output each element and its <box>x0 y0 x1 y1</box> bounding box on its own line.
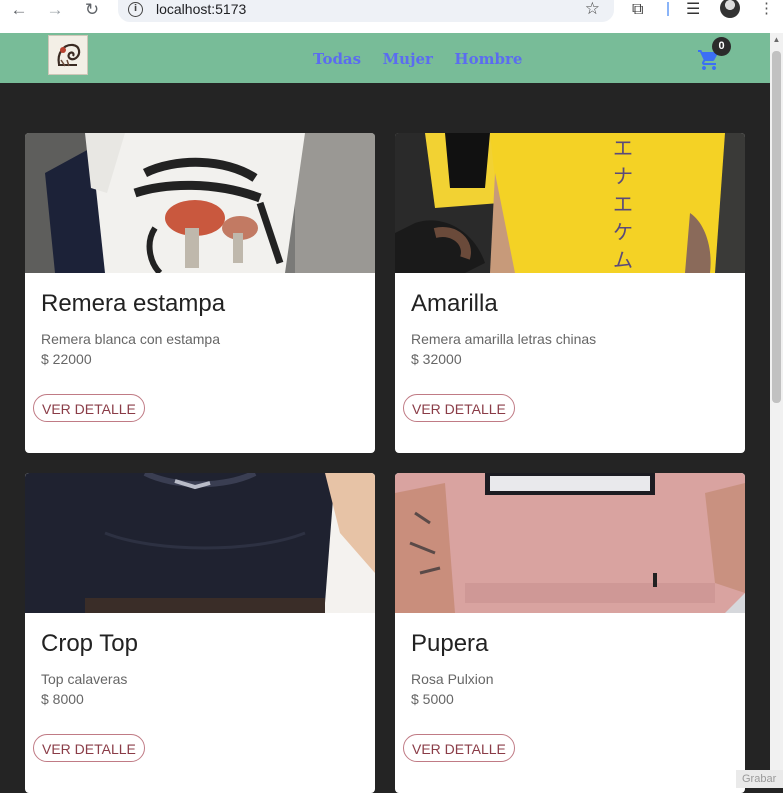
svg-text:ム: ム <box>613 248 633 272</box>
product-title: Crop Top <box>41 630 138 657</box>
nav-link-hombre[interactable]: Hombre <box>454 50 522 68</box>
product-image-yellow-tshirt: エ ナ エ ケ ム <box>395 133 745 273</box>
ver-detalle-button[interactable]: VER DETALLE <box>33 394 145 422</box>
product-title: Remera estampa <box>41 290 226 317</box>
product-description: Top calaveras <box>41 671 128 687</box>
browser-toolbar: ← → ↻ i localhost:5173 ☆ ⧉ ☰ ⋮ <box>0 0 783 33</box>
product-image-white-printed-tshirt <box>25 133 375 273</box>
product-card: Crop Top Top calaveras $ 8000 VER DETALL… <box>25 473 375 793</box>
scroll-up-arrow-icon[interactable]: ▲ <box>770 33 783 47</box>
product-title: Pupera <box>411 630 489 657</box>
address-bar[interactable]: i localhost:5173 ☆ <box>118 0 614 22</box>
back-icon[interactable]: ← <box>9 0 29 20</box>
product-title: Amarilla <box>411 290 498 317</box>
toolbar-divider <box>667 2 669 16</box>
product-description: Remera amarilla letras chinas <box>411 331 597 347</box>
brand-logo[interactable] <box>48 35 88 75</box>
product-description: Remera blanca con estampa <box>41 331 220 347</box>
profile-avatar[interactable] <box>720 0 740 18</box>
product-price: $ 22000 <box>41 351 92 367</box>
extensions-icon[interactable]: ⧉ <box>632 0 643 20</box>
ver-detalle-button[interactable]: VER DETALLE <box>403 734 515 762</box>
svg-text:エ: エ <box>613 136 633 160</box>
record-overlay[interactable]: Grabar <box>736 770 783 788</box>
url-text[interactable]: localhost:5173 <box>156 1 246 17</box>
star-icon[interactable]: ☆ <box>585 0 600 19</box>
product-card: Pupera Rosa Pulxion $ 5000 VER DETALLE <box>395 473 745 793</box>
nav-link-mujer[interactable]: Mujer <box>383 50 433 68</box>
page-scrollbar[interactable]: ▲ <box>770 33 783 788</box>
product-description: Rosa Pulxion <box>411 671 494 687</box>
scrollbar-thumb[interactable] <box>772 51 781 403</box>
reload-icon[interactable]: ↻ <box>82 0 102 20</box>
product-price: $ 8000 <box>41 691 84 707</box>
ver-detalle-button[interactable]: VER DETALLE <box>33 734 145 762</box>
forward-icon[interactable]: → <box>45 0 65 20</box>
cart-count-badge: 0 <box>712 37 731 56</box>
product-price: $ 5000 <box>411 691 454 707</box>
svg-text:エ: エ <box>613 192 633 216</box>
nav-link-todas[interactable]: Todas <box>313 50 361 68</box>
ver-detalle-button[interactable]: VER DETALLE <box>403 394 515 422</box>
product-card: エ ナ エ ケ ム Amarilla Remera amarilla letra… <box>395 133 745 453</box>
reading-list-icon[interactable]: ☰ <box>686 0 700 20</box>
logo-emblem-icon <box>49 36 87 74</box>
product-price: $ 32000 <box>411 351 462 367</box>
more-icon[interactable]: ⋮ <box>759 0 774 18</box>
product-image-black-crop-top <box>25 473 375 613</box>
product-image-pink-crop-pulxion <box>395 473 745 613</box>
svg-text:ナ: ナ <box>613 164 633 188</box>
info-icon[interactable]: i <box>128 2 143 17</box>
svg-text:ケ: ケ <box>613 220 633 244</box>
nav-links: Todas Mujer Hombre <box>313 50 539 69</box>
product-card: Remera estampa Remera blanca con estampa… <box>25 133 375 453</box>
app-navbar: Todas Mujer Hombre <box>0 33 770 83</box>
